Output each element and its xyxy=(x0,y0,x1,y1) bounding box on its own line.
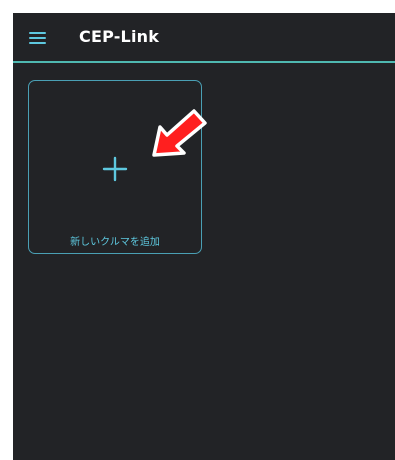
add-car-card[interactable]: 新しいクルマを追加 xyxy=(28,80,202,254)
add-car-label: 新しいクルマを追加 xyxy=(70,237,160,248)
hamburger-menu-icon[interactable] xyxy=(29,32,46,45)
app-screen: CEP-Link 新しいクルマを追加 xyxy=(13,13,395,460)
app-title: CEP-Link xyxy=(79,27,160,46)
app-bar: CEP-Link xyxy=(13,13,395,63)
plus-icon xyxy=(102,156,128,182)
